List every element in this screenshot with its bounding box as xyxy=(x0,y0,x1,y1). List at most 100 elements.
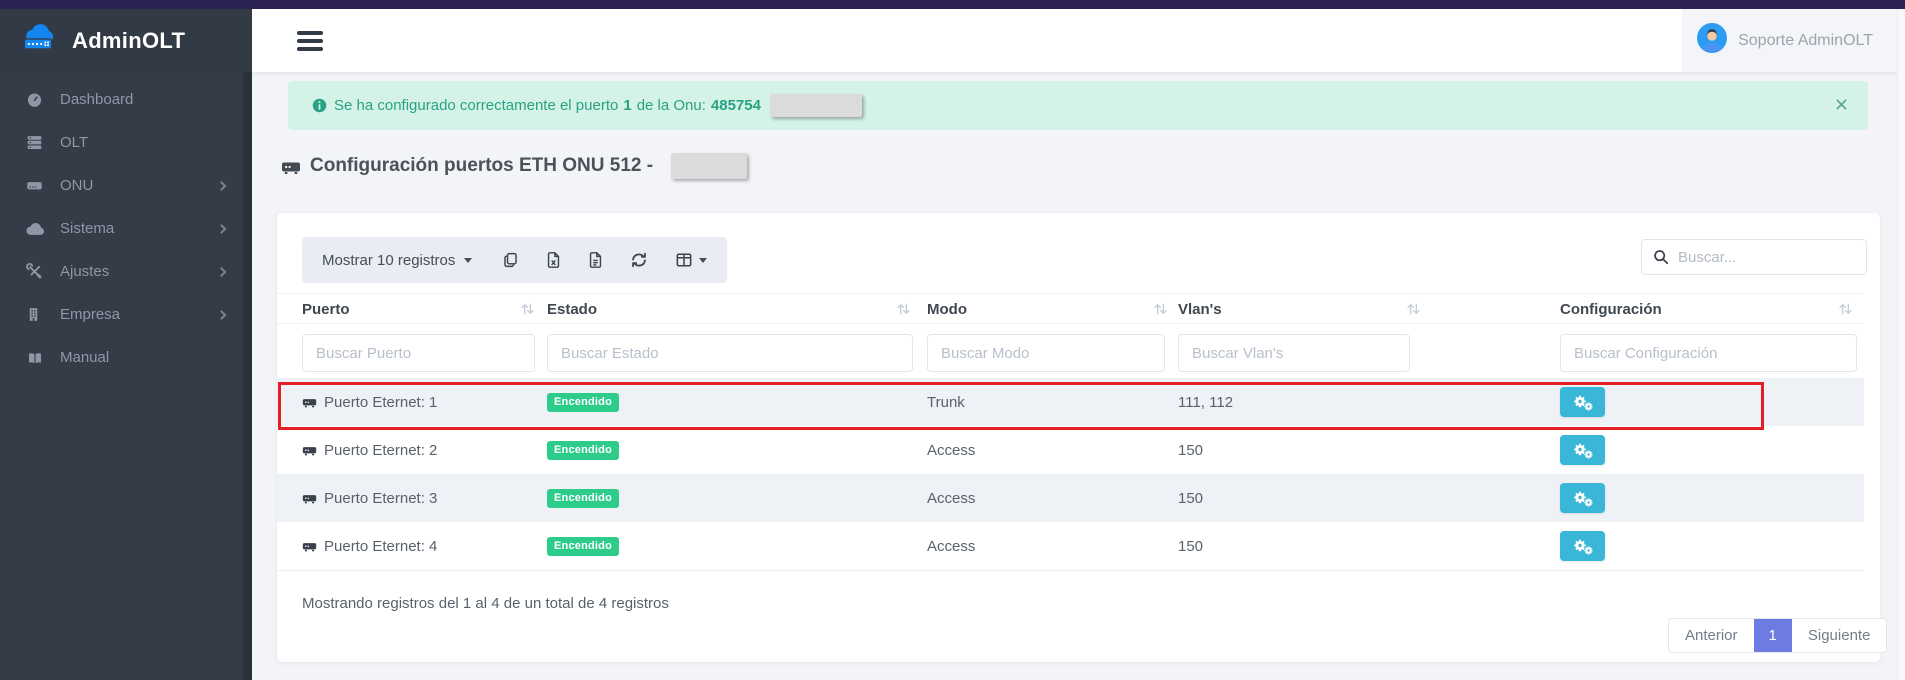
excel-icon[interactable] xyxy=(546,251,561,269)
page-scrollbar[interactable] xyxy=(1897,9,1905,680)
redacted-text xyxy=(671,153,747,179)
vlans-cell: 150 xyxy=(1178,522,1203,570)
sidebar-item-manual[interactable]: Manual xyxy=(0,336,252,379)
table-row: Puerto Eternet: 1 Encendido Trunk 111, 1… xyxy=(277,378,1864,426)
alert-text: Se ha configurado correctamente el puert… xyxy=(334,97,618,114)
cogs-icon xyxy=(1572,489,1594,508)
sidebar-item-label: ONU xyxy=(60,177,93,194)
chevron-right-icon xyxy=(217,310,227,320)
sidebar-item-onu[interactable]: ONU xyxy=(0,164,252,207)
caret-down-icon xyxy=(699,258,707,263)
column-header-estado[interactable]: Estado xyxy=(547,294,597,325)
configure-port-button[interactable] xyxy=(1560,387,1605,417)
search-box xyxy=(1641,239,1867,275)
port-cell: Puerto Eternet: 2 xyxy=(302,426,437,474)
filter-configuracion-input[interactable] xyxy=(1560,334,1857,372)
sidebar-item-label: Sistema xyxy=(60,220,114,237)
alert-message: Se ha configurado correctamente el puert… xyxy=(334,94,862,117)
port-cell: Puerto Eternet: 1 xyxy=(302,378,437,426)
sidebar-item-empresa[interactable]: Empresa xyxy=(0,293,252,336)
status-badge: Encendido xyxy=(547,537,619,556)
building-icon xyxy=(26,306,60,323)
sort-icon xyxy=(896,302,911,316)
redacted-text xyxy=(770,94,862,117)
sidebar-item-label: Ajustes xyxy=(60,263,109,280)
columns-icon[interactable] xyxy=(675,252,707,268)
column-header-vlans[interactable]: Vlan's xyxy=(1178,294,1222,325)
port-cell: Puerto Eternet: 3 xyxy=(302,474,437,522)
sidebar-item-label: Dashboard xyxy=(60,91,133,108)
port-cell: Puerto Eternet: 4 xyxy=(302,522,437,570)
chevron-right-icon xyxy=(217,224,227,234)
sidebar-item-sistema[interactable]: Sistema xyxy=(0,207,252,250)
table-row: Puerto Eternet: 3 Encendido Access 150 xyxy=(277,474,1864,522)
brand[interactable]: AdminOLT xyxy=(0,9,252,72)
vlans-cell: 111, 112 xyxy=(1178,378,1233,426)
chevron-right-icon xyxy=(217,181,227,191)
mode-cell: Access xyxy=(927,474,975,522)
pagination-prev-button[interactable]: Anterior xyxy=(1669,619,1754,652)
menu-icon[interactable] xyxy=(297,31,323,55)
configure-port-button[interactable] xyxy=(1560,483,1605,513)
dashboard-icon xyxy=(26,91,60,108)
table-body: Puerto Eternet: 1 Encendido Trunk 111, 1… xyxy=(277,378,1864,571)
configure-port-button[interactable] xyxy=(1560,531,1605,561)
port-label: Puerto Eternet: 3 xyxy=(324,490,437,507)
brand-logo-icon xyxy=(22,24,64,58)
alert-text: de la Onu: xyxy=(637,97,706,114)
topbar: Soporte AdminOLT xyxy=(252,9,1905,72)
mode-cell: Trunk xyxy=(927,378,965,426)
table-filters xyxy=(277,324,1864,378)
sort-icon xyxy=(1153,302,1168,316)
user-name: Soporte AdminOLT xyxy=(1738,32,1873,50)
table-controls: Mostrar 10 registros xyxy=(302,237,727,283)
filter-puerto-input[interactable] xyxy=(302,334,535,372)
mode-cell: Access xyxy=(927,522,975,570)
alert-onu-number: 485754 xyxy=(711,97,761,114)
page-title: Configuración puertos ETH ONU 512 - xyxy=(281,153,747,179)
column-header-puerto[interactable]: Puerto xyxy=(302,294,350,325)
sidebar-item-ajustes[interactable]: Ajustes xyxy=(0,250,252,293)
column-header-configuracion[interactable]: Configuración xyxy=(1560,294,1662,325)
column-header-modo[interactable]: Modo xyxy=(927,294,967,325)
filter-modo-input[interactable] xyxy=(927,334,1165,372)
show-entries-select[interactable]: Mostrar 10 registros xyxy=(322,252,472,269)
close-icon[interactable] xyxy=(1835,98,1848,111)
search-icon xyxy=(1653,249,1669,265)
page-title-text: Configuración puertos ETH ONU 512 - xyxy=(310,155,653,177)
avatar xyxy=(1697,23,1727,58)
pagination-page-1[interactable]: 1 xyxy=(1754,619,1792,652)
sidebar-item-olt[interactable]: OLT xyxy=(0,121,252,164)
copy-icon[interactable] xyxy=(502,251,519,269)
status-badge: Encendido xyxy=(547,441,619,460)
port-label: Puerto Eternet: 4 xyxy=(324,538,437,555)
port-icon xyxy=(302,396,317,409)
brand-name: AdminOLT xyxy=(72,28,185,54)
file-icon[interactable] xyxy=(588,251,603,269)
sidebar-item-label: Manual xyxy=(60,349,109,366)
port-icon xyxy=(302,540,317,553)
adminolt-app: AdminOLT Dashboard OLT ONU xyxy=(0,0,1905,680)
sidebar-nav: Dashboard OLT ONU Sistema xyxy=(0,72,252,379)
cogs-icon xyxy=(1572,393,1594,412)
sidebar-item-label: Empresa xyxy=(60,306,120,323)
cloud-icon xyxy=(26,222,60,236)
pagination: Anterior 1 Siguiente xyxy=(1668,618,1887,653)
filter-vlans-input[interactable] xyxy=(1178,334,1410,372)
configure-port-button[interactable] xyxy=(1560,435,1605,465)
sidebar-scrollbar[interactable] xyxy=(243,72,252,680)
filter-estado-input[interactable] xyxy=(547,334,913,372)
info-icon xyxy=(312,98,327,113)
table-header: Puerto Estado Modo Vlan's Configuración xyxy=(277,293,1864,324)
user-menu[interactable]: Soporte AdminOLT xyxy=(1682,9,1897,72)
sidebar-item-dashboard[interactable]: Dashboard xyxy=(0,78,252,121)
tools-icon xyxy=(26,263,60,280)
onu-icon xyxy=(26,177,60,194)
refresh-icon[interactable] xyxy=(630,251,648,269)
pagination-next-button[interactable]: Siguiente xyxy=(1792,619,1887,652)
olt-icon xyxy=(26,134,60,151)
port-icon xyxy=(302,492,317,505)
port-label: Puerto Eternet: 1 xyxy=(324,394,437,411)
table-row: Puerto Eternet: 2 Encendido Access 150 xyxy=(277,426,1864,474)
search-input[interactable] xyxy=(1678,249,1848,266)
